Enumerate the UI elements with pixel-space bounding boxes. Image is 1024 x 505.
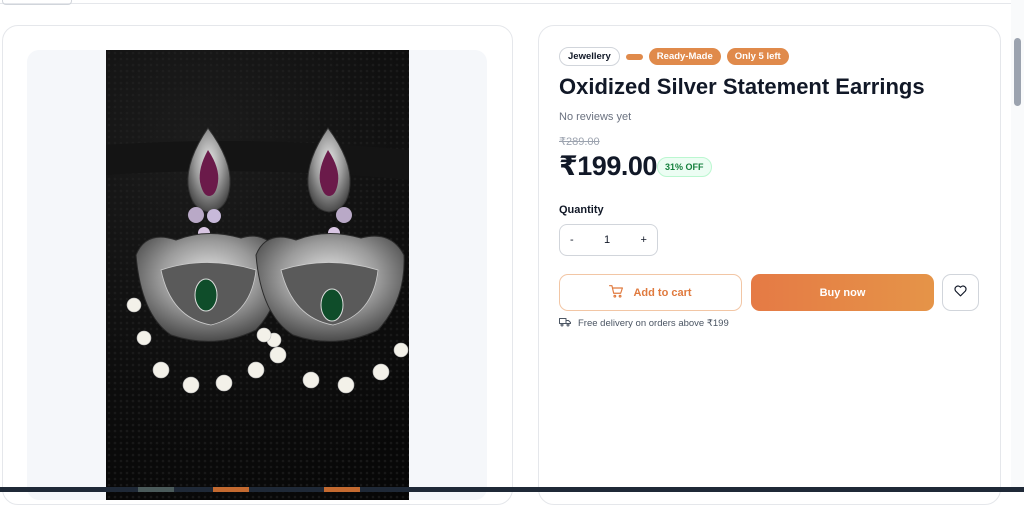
heart-icon xyxy=(954,284,967,302)
product-badges: Jewellery Ready-Made Only 5 left xyxy=(559,47,789,66)
reviews-status: No reviews yet xyxy=(559,111,632,123)
ready-made-badge: Ready-Made xyxy=(648,48,721,65)
product-title: Oxidized Silver Statement Earrings xyxy=(559,74,925,99)
decrement-button[interactable]: - xyxy=(570,234,574,246)
wishlist-button[interactable] xyxy=(942,274,979,311)
product-photo[interactable] xyxy=(106,50,409,500)
increment-button[interactable]: + xyxy=(641,234,647,246)
delivery-info: Free delivery on orders above ₹199 xyxy=(559,317,729,330)
buy-now-button[interactable]: Buy now xyxy=(751,274,934,311)
truck-icon xyxy=(559,317,571,330)
quantity-stepper: - 1 + xyxy=(559,224,658,256)
category-badge[interactable]: Jewellery xyxy=(559,47,620,66)
add-to-cart-label: Add to cart xyxy=(633,286,692,299)
browser-top-edge xyxy=(0,0,1024,5)
quantity-label: Quantity xyxy=(559,204,604,216)
earrings-image xyxy=(106,50,409,500)
page-scrollbar[interactable] xyxy=(1011,0,1024,492)
bottom-taskbar-edge xyxy=(0,487,1024,492)
cart-icon xyxy=(609,284,624,301)
stock-badge: Only 5 left xyxy=(726,48,789,65)
original-price: ₹289.00 xyxy=(559,136,600,148)
product-image-frame xyxy=(27,50,487,500)
empty-badge xyxy=(625,53,643,60)
top-tab-edge xyxy=(2,0,72,5)
buy-now-label: Buy now xyxy=(819,286,866,299)
add-to-cart-button[interactable]: Add to cart xyxy=(559,274,742,311)
delivery-text: Free delivery on orders above ₹199 xyxy=(578,318,729,329)
quantity-value[interactable]: 1 xyxy=(604,234,610,246)
scrollbar-thumb[interactable] xyxy=(1014,38,1021,106)
discount-badge: 31% OFF xyxy=(657,157,712,177)
current-price: ₹199.00 xyxy=(559,151,657,181)
